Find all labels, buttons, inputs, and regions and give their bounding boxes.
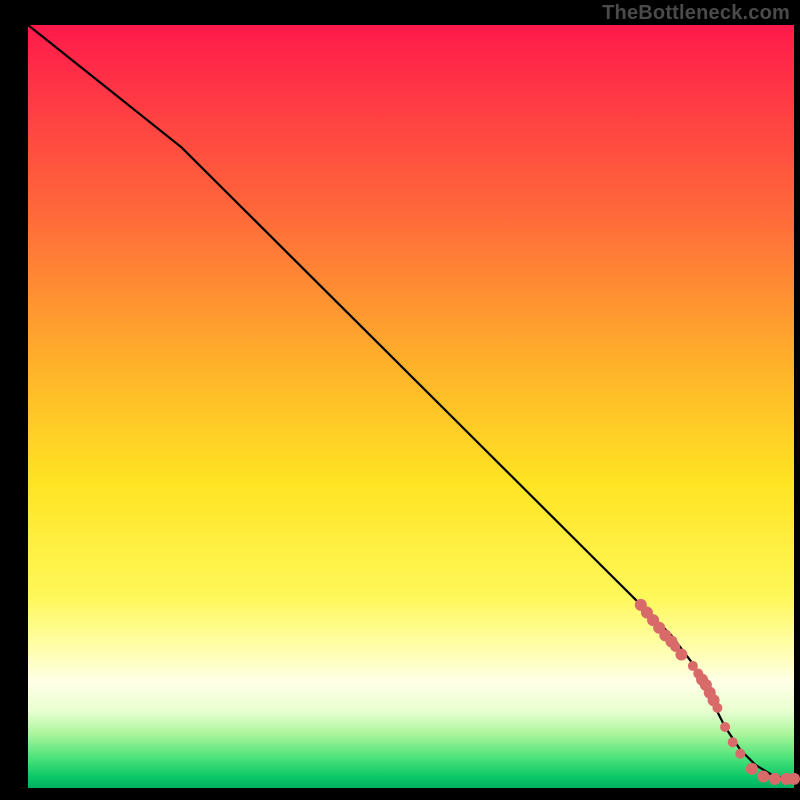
- data-point: [769, 773, 781, 785]
- data-point: [746, 763, 758, 775]
- data-point: [720, 722, 730, 732]
- data-point: [735, 749, 745, 759]
- data-point: [728, 737, 738, 747]
- data-point: [712, 703, 722, 713]
- data-point: [788, 773, 800, 785]
- chart-stage: TheBottleneck.com: [0, 0, 800, 800]
- data-point: [757, 771, 769, 783]
- data-point: [675, 648, 687, 660]
- bottleneck-chart: [0, 0, 800, 800]
- plot-background: [28, 25, 794, 788]
- watermark-text: TheBottleneck.com: [602, 2, 790, 25]
